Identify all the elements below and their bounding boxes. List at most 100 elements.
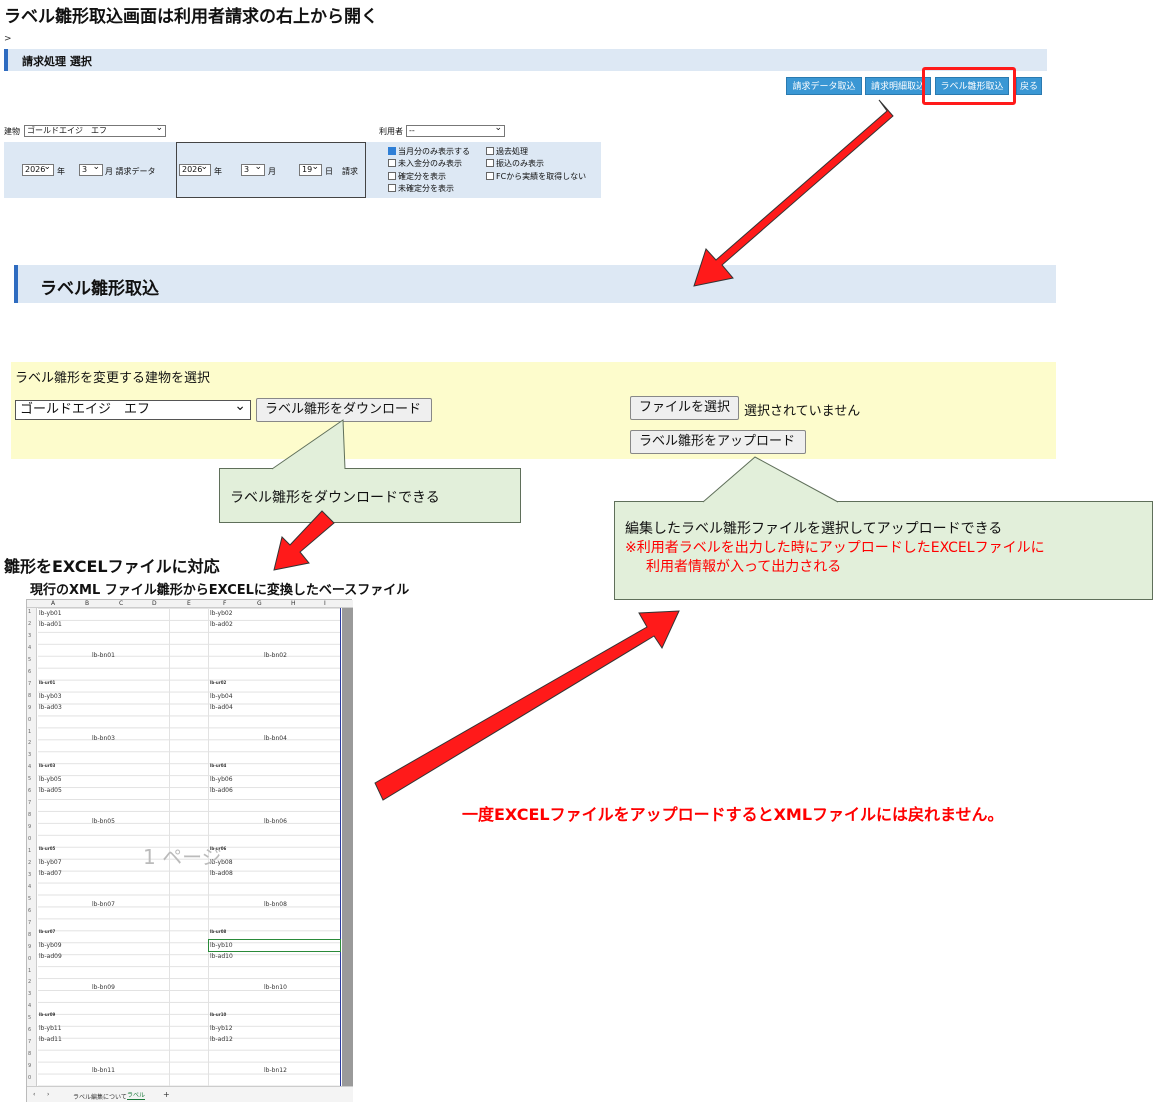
row-number: 8: [28, 931, 32, 938]
cell-ur: lb-ur03: [39, 763, 56, 768]
row-number: 7: [28, 919, 32, 926]
row-number: 7: [28, 1039, 32, 1046]
row-number: 8: [28, 1051, 32, 1058]
row-number: 6: [28, 907, 32, 914]
row-number: 0: [28, 1075, 32, 1082]
row-number: 8: [28, 692, 32, 699]
row-number: 6: [28, 788, 32, 795]
col-header: D: [152, 600, 157, 607]
row-number: 0: [28, 955, 32, 962]
row-number: 2: [28, 620, 32, 627]
row-number: 4: [28, 644, 32, 651]
column-headers: A B C D E F G H I: [27, 600, 353, 608]
cell-yb: lb-yb05: [39, 776, 62, 783]
row-headers: 1 2 3 4 5 6 7 8 9 0 1 2 3 4 5 6 7 8 9 0 1 2 3 4 5 6 7 8 9 0 1 2 3 4 5 6 7 8 9 0: [27, 608, 37, 1086]
row-number: 5: [28, 656, 32, 663]
cell-ad: lb-ad01: [39, 621, 62, 628]
cell-ad: lb-ad02: [210, 621, 233, 628]
cell-bn: lb-bn07: [92, 901, 115, 908]
warning-text: 一度EXCELファイルをアップロードするとXMLファイルには戻れません。: [462, 805, 1004, 824]
row-number: 8: [28, 812, 32, 819]
row-number: 4: [28, 883, 32, 890]
row-number: 0: [28, 836, 32, 843]
arrow-icon: [693, 99, 894, 287]
excel-preview: A B C D E F G H I 1 2 3 4 5 6 7 8 9 0 1 2 3 4 5 6 7 8 9 0 1 2…: [26, 599, 353, 1102]
cell-bn: lb-bn02: [264, 652, 287, 659]
page-watermark: 1 ページ: [143, 845, 222, 869]
col-header: I: [324, 600, 326, 607]
cell-ur: lb-ur08: [210, 929, 227, 934]
cell-yb: lb-yb11: [39, 1025, 62, 1032]
sheet-tabs: ‹ › ラベル編集について ラベル +: [27, 1086, 353, 1102]
cell-bn: lb-bn04: [264, 735, 287, 742]
row-number: 1: [28, 848, 32, 854]
cell-yb: lb-yb04: [210, 693, 233, 700]
cell-bn: lb-bn06: [264, 818, 287, 825]
cell-bn: lb-bn05: [92, 818, 115, 825]
cell-ur: lb-ur01: [39, 680, 56, 685]
cell-ad: lb-ad08: [210, 870, 233, 877]
row-number: 9: [28, 704, 32, 711]
cell-yb: lb-yb12: [210, 1025, 233, 1032]
sheet-tab-about[interactable]: ラベル編集について: [73, 1092, 127, 1101]
cell-ad: lb-ad10: [210, 953, 233, 960]
row-number: 6: [28, 668, 32, 675]
arrow-icon: [273, 510, 335, 571]
col-header: B: [85, 600, 90, 607]
cell-ad: lb-ad09: [39, 953, 62, 960]
row-number: 9: [28, 1063, 32, 1070]
cell-bn: lb-bn09: [92, 984, 115, 991]
upload-callout-tail: [703, 457, 838, 502]
cell-ad: lb-ad05: [39, 787, 62, 794]
excel-subheading: 現行のXML ファイル雛形からEXCELに変換したベースファイル: [30, 583, 410, 598]
cell-bn: lb-bn11: [92, 1067, 115, 1074]
row-number: 4: [28, 764, 32, 771]
selected-cell[interactable]: [208, 939, 341, 952]
cell-bn: lb-bn12: [264, 1067, 287, 1074]
cell-ur: lb-ur09: [39, 1012, 56, 1017]
row-number: 1: [28, 967, 32, 974]
arrow-icon: [374, 610, 680, 801]
col-header: G: [257, 600, 262, 607]
sheet-scrollbar[interactable]: [342, 608, 353, 1086]
cell-ur: lb-ur04: [210, 763, 227, 768]
row-number: 2: [28, 740, 32, 747]
cell-bn: lb-bn03: [92, 735, 115, 742]
cell-bn: lb-bn01: [92, 652, 115, 659]
cell-bn: lb-bn10: [264, 984, 287, 991]
row-number: 5: [28, 895, 32, 902]
row-number: 6: [28, 1027, 32, 1034]
row-number: 2: [28, 979, 32, 986]
row-number: 7: [28, 680, 32, 687]
cell-ad: lb-ad06: [210, 787, 233, 794]
add-sheet-icon[interactable]: +: [163, 1090, 170, 1099]
row-number: 4: [28, 1003, 32, 1010]
col-header: F: [223, 600, 227, 607]
row-number: 7: [28, 800, 32, 807]
cell-yb: lb-yb06: [210, 776, 233, 783]
cell-ad: lb-ad07: [39, 870, 62, 877]
row-number: 3: [28, 632, 32, 639]
cell-ur: lb-ur05: [39, 846, 56, 851]
row-number: 3: [28, 871, 32, 878]
col-header: C: [119, 600, 124, 607]
row-number: 9: [28, 824, 32, 831]
row-number: 3: [28, 991, 32, 998]
cell-bn: lb-bn08: [264, 901, 287, 908]
cell-yb: lb-yb02: [210, 610, 233, 617]
row-number: 3: [28, 752, 32, 759]
next-sheet-icon[interactable]: ›: [47, 1091, 49, 1098]
cell-yb: lb-yb03: [39, 693, 62, 700]
sheet-tab-label[interactable]: ラベル: [127, 1090, 146, 1100]
cell-ad: lb-ad03: [39, 704, 62, 711]
prev-sheet-icon[interactable]: ‹: [33, 1091, 35, 1098]
col-header: E: [187, 600, 191, 607]
row-number: 5: [28, 776, 32, 783]
cell-ur: lb-ur02: [210, 680, 227, 685]
row-number: 1: [28, 728, 32, 735]
cell-yb: lb-yb09: [39, 942, 62, 949]
cell-ur: lb-ur10: [210, 1012, 227, 1017]
col-header: A: [51, 600, 56, 607]
col-header: H: [291, 600, 296, 607]
cell-ur: lb-ur07: [39, 929, 56, 934]
